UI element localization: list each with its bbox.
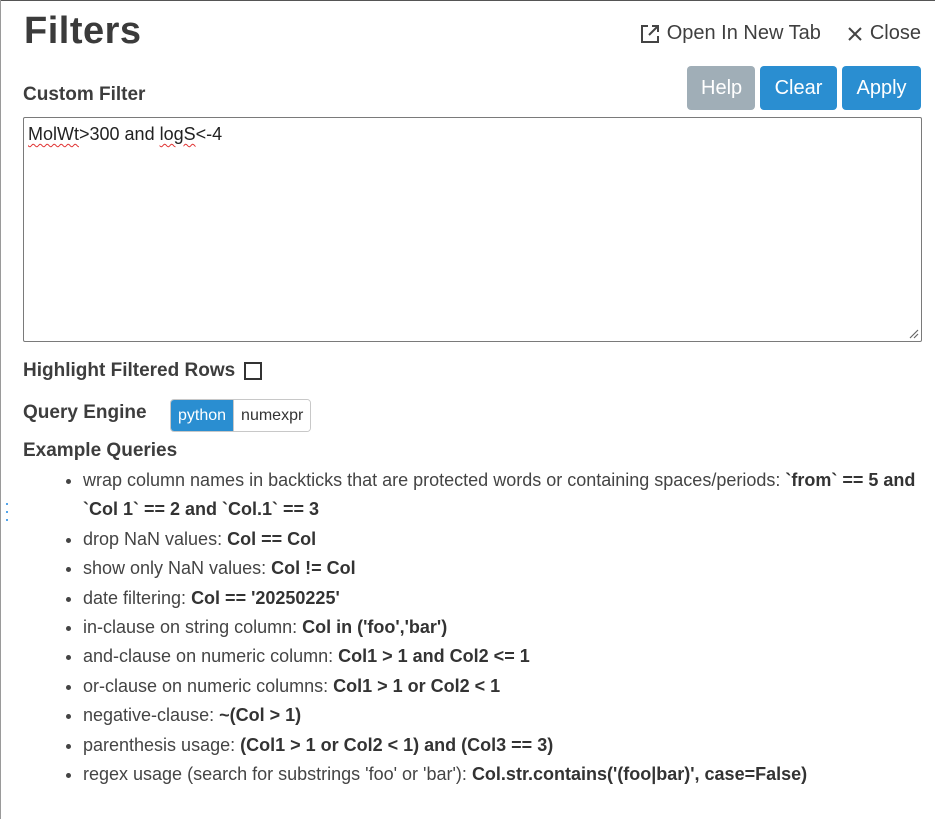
close-label: Close	[869, 22, 921, 44]
query-token-condition: >300 and	[79, 124, 160, 144]
help-button[interactable]: Help	[687, 66, 755, 110]
query-engine-toggle: python numexpr	[170, 399, 312, 432]
window-top-border	[0, 0, 935, 1]
list-item: wrap column names in backticks that are …	[83, 466, 925, 525]
engine-option-numexpr[interactable]: numexpr	[233, 400, 311, 431]
query-engine-label: Query Engine	[23, 402, 147, 423]
panel-divider	[0, 0, 1, 819]
list-item: show only NaN values: Col != Col	[83, 554, 925, 583]
example-code: Col == '20250225'	[191, 587, 340, 608]
example-code: (Col1 > 1 or Col2 < 1) and (Col3 == 3)	[240, 734, 554, 755]
list-item: negative-clause: ~(Col > 1)	[83, 701, 925, 730]
example-code: Col in ('foo','bar')	[302, 617, 448, 638]
open-new-tab-link[interactable]: Open In New Tab	[640, 22, 821, 45]
resize-grip-icon[interactable]	[907, 327, 919, 339]
example-code: Col == Col	[227, 528, 317, 549]
example-description: wrap column names in backticks that are …	[83, 470, 786, 490]
filter-action-buttons: Help Clear Apply	[687, 66, 921, 110]
query-token-value: <-4	[195, 124, 223, 144]
example-code: Col1 > 1 or Col2 < 1	[333, 675, 501, 696]
list-item: regex usage (search for substrings 'foo'…	[83, 760, 925, 789]
example-description: and-clause on numeric column:	[83, 646, 339, 667]
engine-option-python[interactable]: python	[171, 400, 234, 431]
query-token-molwt: MolWt	[28, 124, 79, 144]
close-icon	[848, 26, 862, 41]
open-new-tab-label: Open In New Tab	[666, 22, 821, 44]
list-item: or-clause on numeric columns: Col1 > 1 o…	[83, 672, 925, 701]
example-queries-list: wrap column names in backticks that are …	[59, 466, 925, 789]
custom-filter-label: Custom Filter	[23, 84, 146, 105]
custom-filter-textarea[interactable]: MolWt>300 and logS<-4	[23, 117, 922, 342]
list-item: drop NaN values: Col == Col	[83, 525, 925, 554]
query-token-logs: logS	[159, 124, 196, 144]
example-code: Col.str.contains('(foo|bar)', case=False…	[471, 764, 808, 785]
list-item: in-clause on string column: Col in ('foo…	[83, 613, 925, 642]
example-description: parenthesis usage:	[83, 734, 241, 755]
example-description: negative-clause:	[83, 705, 220, 726]
header-actions: Open In New Tab Close	[640, 22, 921, 45]
highlight-filtered-rows: Highlight Filtered Rows	[23, 360, 263, 382]
example-description: drop NaN values:	[83, 528, 228, 549]
open-external-icon	[640, 24, 659, 43]
list-item: date filtering: Col == '20250225'	[83, 584, 925, 613]
drag-handle-icon[interactable]	[5, 503, 8, 521]
apply-button[interactable]: Apply	[842, 66, 921, 110]
highlight-checkbox[interactable]	[244, 362, 263, 380]
example-code: Col1 > 1 and Col2 <= 1	[338, 646, 530, 667]
highlight-label: Highlight Filtered Rows	[23, 360, 236, 381]
example-code: Col != Col	[271, 558, 356, 579]
example-queries-title: Example Queries	[23, 440, 178, 461]
example-description: or-clause on numeric columns:	[83, 675, 334, 696]
example-description: show only NaN values:	[83, 558, 272, 579]
example-description: regex usage (search for substrings 'foo'…	[83, 764, 472, 785]
close-link[interactable]: Close	[847, 22, 921, 45]
clear-button[interactable]: Clear	[760, 66, 837, 110]
page-title: Filters	[24, 10, 142, 52]
list-item: and-clause on numeric column: Col1 > 1 a…	[83, 642, 925, 671]
list-item: parenthesis usage: (Col1 > 1 or Col2 < 1…	[83, 731, 925, 760]
example-description: date filtering:	[83, 587, 192, 608]
example-code: ~(Col > 1)	[219, 705, 302, 726]
example-description: in-clause on string column:	[83, 617, 303, 638]
